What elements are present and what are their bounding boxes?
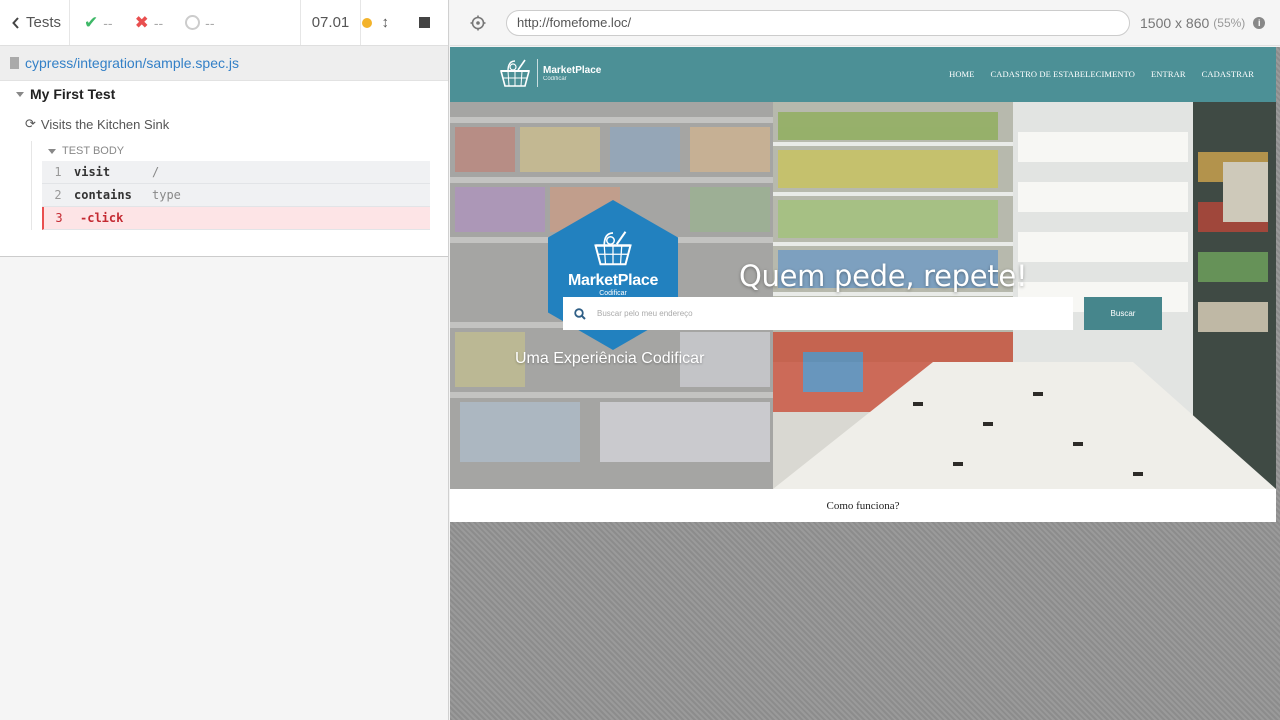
cypress-reporter: Tests ✔ -- ✖ -- -- 07.01 ↕ cypress/integ… <box>0 0 449 720</box>
command-number: 1 <box>54 165 62 179</box>
command-number: 2 <box>54 188 62 202</box>
command-row[interactable]: 1 visit / <box>42 161 430 184</box>
command-arg: type <box>152 188 181 202</box>
test-title-text: Visits the Kitchen Sink <box>40 116 170 132</box>
hex-subtitle: Codificar <box>599 290 627 297</box>
hex-logo: MarketPlace Codificar <box>548 228 678 297</box>
logo-divider <box>537 59 538 87</box>
viewport-info[interactable]: 1500 x 860 (55%) i <box>1140 14 1266 31</box>
caret-down-icon <box>48 148 56 154</box>
logo-title: MarketPlace <box>543 64 602 76</box>
site-nav-links: HOME CADASTRO DE ESTABELECIMENTO ENTRAR … <box>949 69 1254 79</box>
hero-slogan: Quem pede, repete! <box>739 259 1028 293</box>
chevron-left-icon <box>12 16 19 29</box>
site-navbar: MarketPlace Codificar HOME CADASTRO DE E… <box>450 47 1276 102</box>
refresh-icon: ⟳ <box>25 116 36 131</box>
reporter-controls: ↕ <box>361 0 448 45</box>
running-indicator-icon <box>361 17 372 28</box>
back-to-tests-button[interactable]: Tests <box>0 0 70 45</box>
pending-stat[interactable]: -- <box>185 15 214 31</box>
test-body-label: TEST BODY <box>62 145 125 157</box>
nav-register-store-link[interactable]: CADASTRO DE ESTABELECIMENTO <box>991 69 1135 79</box>
caret-down-icon <box>16 91 24 97</box>
hero-section: MarketPlace Codificar Quem pede, repete!… <box>450 102 1276 489</box>
address-search-input[interactable] <box>597 309 1057 318</box>
stop-button[interactable] <box>419 17 430 28</box>
command-number: 3 <box>55 211 63 225</box>
command-row[interactable]: 2 contains type <box>42 184 430 207</box>
how-it-works-heading: Como funciona? <box>826 499 900 512</box>
x-icon: ✖ <box>134 12 149 32</box>
basket-icon <box>594 231 632 266</box>
duration: 07.01 <box>301 0 361 45</box>
aut-stage: MarketPlace Codificar HOME CADASTRO DE E… <box>450 47 1280 720</box>
address-search-box <box>563 297 1073 330</box>
app-under-test: http://fomefome.loc/ 1500 x 860 (55%) i <box>450 0 1280 720</box>
command-name: contains <box>74 188 132 202</box>
reporter-header: Tests ✔ -- ✖ -- -- 07.01 ↕ <box>0 0 448 46</box>
suite-title-text: My First Test <box>30 86 116 102</box>
site-frame: MarketPlace Codificar HOME CADASTRO DE E… <box>450 47 1276 522</box>
passed-stat[interactable]: ✔ -- <box>84 13 113 33</box>
supermarket-fridge-image <box>773 102 1276 489</box>
spec-bar: cypress/integration/sample.spec.js <box>0 46 448 81</box>
nav-signup-link[interactable]: CADASTRAR <box>1202 69 1254 79</box>
failed-count: -- <box>153 14 164 31</box>
search-icon <box>563 307 597 320</box>
runnables-panel: My First Test ⟳ Visits the Kitchen Sink … <box>0 81 448 257</box>
test-stats: ✔ -- ✖ -- -- <box>70 0 301 45</box>
command-row-failed[interactable]: 3 -click <box>42 207 430 230</box>
viewport-scale: (55%) <box>1213 15 1246 30</box>
file-icon <box>10 57 19 69</box>
command-arg: / <box>152 165 160 179</box>
suite-title[interactable]: My First Test <box>16 86 115 102</box>
logo-text: MarketPlace Codificar <box>543 65 601 82</box>
logo-subtitle: Codificar <box>543 75 567 82</box>
passed-count: -- <box>103 14 113 31</box>
command-name: visit <box>74 165 111 179</box>
test-title[interactable]: ⟳ Visits the Kitchen Sink <box>25 116 169 132</box>
spec-path-link[interactable]: cypress/integration/sample.spec.js <box>25 55 239 71</box>
search-button[interactable]: Buscar <box>1084 297 1162 330</box>
aut-header: http://fomefome.loc/ 1500 x 860 (55%) i <box>450 0 1280 46</box>
crosshair-icon <box>470 15 486 30</box>
test-body-header[interactable]: TEST BODY <box>32 141 429 161</box>
url-bar[interactable]: http://fomefome.loc/ <box>506 9 1130 36</box>
check-icon: ✔ <box>84 12 99 32</box>
nav-login-link[interactable]: ENTRAR <box>1151 69 1186 79</box>
basket-icon <box>499 59 531 87</box>
auto-scroll-icon[interactable]: ↕ <box>382 14 390 31</box>
failed-stat[interactable]: ✖ -- <box>135 13 164 33</box>
hex-title: MarketPlace <box>567 272 659 289</box>
info-icon: i <box>1253 16 1266 29</box>
command-name: -click <box>80 211 124 225</box>
nav-home-link[interactable]: HOME <box>949 69 974 79</box>
selector-playground-button[interactable] <box>450 15 506 31</box>
test-body: TEST BODY 1 visit / 2 contains type 3 -c… <box>31 141 430 230</box>
back-label: Tests <box>26 14 62 31</box>
circle-icon <box>185 15 201 30</box>
hero-subtitle: Uma Experiência Codificar <box>515 350 705 367</box>
site-logo[interactable]: MarketPlace Codificar <box>498 57 601 89</box>
pending-count: -- <box>205 14 215 31</box>
viewport-size: 1500 x 860 <box>1140 14 1210 31</box>
